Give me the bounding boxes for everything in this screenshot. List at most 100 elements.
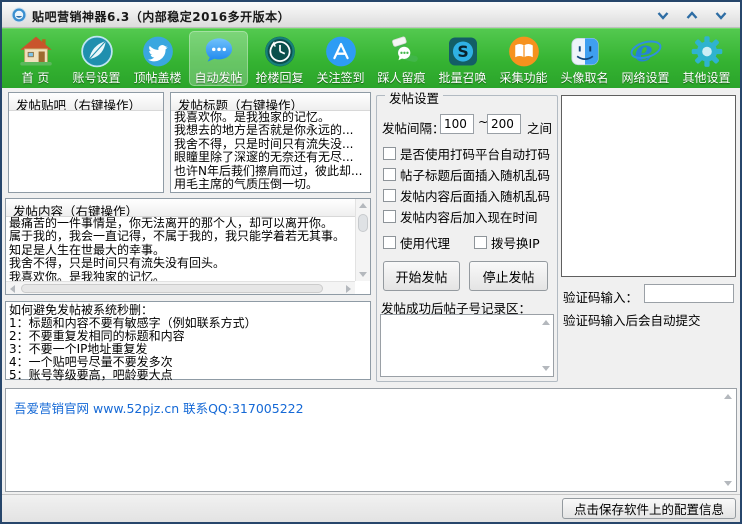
chevron-down-icon <box>715 11 727 20</box>
checkbox-box <box>383 147 396 160</box>
app-window: 贴吧营销神器6.3（内部稳定2016多开版本） 首 页 <box>0 0 742 524</box>
vertical-scrollbar[interactable] <box>355 199 370 281</box>
interval-label: 发帖间隔： <box>382 118 445 137</box>
scroll-down-icon[interactable] <box>359 272 367 277</box>
tieba-list-body[interactable] <box>9 111 163 192</box>
ie-icon: e <box>627 34 665 69</box>
tieba-list-header: 发帖贴吧（右键操作） <box>9 93 163 111</box>
scroll-up-icon[interactable] <box>542 320 550 325</box>
official-site-link[interactable]: 吾爱营销官网 www.52pjz.cn 联系QQ:317005222 <box>14 398 304 417</box>
scrollbar-thumb[interactable] <box>21 284 323 293</box>
tips-box: 如何避免发帖被系统秒删： 1：标题和内容不要有敏感字（例如联系方式） 2：不要重… <box>5 301 371 380</box>
chevron-up-icon <box>686 11 698 20</box>
checkbox-box <box>383 210 396 223</box>
log-area[interactable]: 吾爱营销官网 www.52pjz.cn 联系QQ:317005222 <box>5 388 737 492</box>
interval-suffix: 之间 <box>527 118 552 137</box>
scroll-up-icon[interactable] <box>359 203 367 208</box>
toolbar-item-top-post[interactable]: 顶帖盖楼 <box>128 31 187 86</box>
toolbar-item-avatar-name[interactable]: 头像取名 <box>555 31 614 86</box>
main-toolbar: 首 页 账号设置 顶帖盖楼 自 <box>2 28 740 88</box>
scroll-down-icon[interactable] <box>542 366 550 371</box>
captcha-input[interactable] <box>644 284 734 303</box>
window-controls <box>654 7 730 23</box>
stocking-icon <box>383 34 421 69</box>
checkbox-box <box>383 236 396 249</box>
checkbox-label: 拨号换IP <box>491 233 540 252</box>
checkbox-use-proxy[interactable]: 使用代理 <box>383 233 450 252</box>
content-line: 属于我的，我会一直记得，不属于我的，我只能学着若无其事。 <box>6 230 355 243</box>
content-line: 我喜欢你。是我独家的记忆。 <box>6 271 355 281</box>
scroll-up-icon[interactable] <box>724 394 732 399</box>
checkbox-label: 帖子标题后面插入随机乱码 <box>400 165 550 184</box>
gear-icon <box>688 34 726 69</box>
checkbox-append-time[interactable]: 发帖内容后加入现在时间 <box>383 207 538 226</box>
scrollbar-thumb[interactable] <box>358 214 368 232</box>
horizontal-scrollbar[interactable] <box>6 281 355 294</box>
toolbar-item-label: 自动发帖 <box>194 69 242 86</box>
toolbar-item-label: 其他设置 <box>682 69 730 86</box>
minimize-button[interactable] <box>654 7 672 23</box>
start-post-button[interactable]: 开始发帖 <box>383 261 460 291</box>
save-config-button[interactable]: 点击保存软件上的配置信息 <box>562 498 736 519</box>
interval-min-input[interactable] <box>440 114 474 134</box>
checkbox-label: 发帖内容后加入现在时间 <box>400 207 538 226</box>
bird-icon <box>139 34 177 69</box>
toolbar-item-label: 账号设置 <box>72 69 120 86</box>
post-record-area[interactable] <box>380 314 554 377</box>
toolbar-item-network-settings[interactable]: e 网络设置 <box>616 31 675 86</box>
book-icon <box>505 34 543 69</box>
restore-button[interactable] <box>683 7 701 23</box>
content-textarea[interactable]: 最痛苦的一件事情是，你无法离开的那个人，却可以离开你。 属于我的，我会一直记得，… <box>6 217 355 281</box>
scroll-right-icon[interactable] <box>346 285 351 293</box>
toolbar-item-batch-summon[interactable]: S 批量召唤 <box>433 31 492 86</box>
list-item[interactable]: 我想去的地方是否就是你永远的... <box>171 124 370 137</box>
checkbox-auto-captcha[interactable]: 是否使用打码平台自动打码 <box>383 144 550 163</box>
toolbar-item-label: 头像取名 <box>560 69 608 86</box>
checkbox-box <box>474 236 487 249</box>
post-settings-group: 发帖设置 发帖间隔： ~ 之间 是否使用打码平台自动打码 帖子标题后面插入随机乱… <box>376 95 558 382</box>
time-machine-icon <box>261 34 299 69</box>
toolbar-item-visit-trace[interactable]: 踩人留痕 <box>372 31 431 86</box>
content-panel: 发帖内容（右键操作） 最痛苦的一件事情是，你无法离开的那个人，却可以离开你。 属… <box>5 198 371 295</box>
toolbar-item-label: 踩人留痕 <box>377 69 425 86</box>
stop-post-button[interactable]: 停止发帖 <box>469 261 548 291</box>
svg-text:e: e <box>634 34 652 68</box>
title-bar[interactable]: 贴吧营销神器6.3（内部稳定2016多开版本） <box>2 2 740 28</box>
toolbar-item-label: 顶帖盖楼 <box>133 69 181 86</box>
toolbar-item-floor-reply[interactable]: 抢楼回复 <box>250 31 309 86</box>
checkbox-title-random[interactable]: 帖子标题后面插入随机乱码 <box>383 165 550 184</box>
captcha-hint: 验证码输入后会自动提交 <box>563 310 701 329</box>
scroll-left-icon[interactable] <box>10 285 15 293</box>
checkbox-label: 使用代理 <box>400 233 450 252</box>
toolbar-item-label: 批量召唤 <box>438 69 486 86</box>
status-bar: 点击保存软件上的配置信息 <box>2 494 740 522</box>
title-listbox: 发帖标题（右键操作） 我喜欢你。是我独家的记忆。 我想去的地方是否就是你永远的.… <box>170 92 371 193</box>
home-icon <box>17 34 55 69</box>
toolbar-item-label: 关注签到 <box>316 69 364 86</box>
title-list-body[interactable]: 我喜欢你。是我独家的记忆。 我想去的地方是否就是你永远的... 我舍不得，只是时… <box>171 111 370 192</box>
scroll-down-icon[interactable] <box>724 481 732 486</box>
close-button[interactable] <box>712 7 730 23</box>
app-icon <box>11 7 27 23</box>
checkbox-label: 发帖内容后面插入随机乱码 <box>400 186 550 205</box>
toolbar-item-label: 采集功能 <box>499 69 547 86</box>
tieba-listbox: 发帖贴吧（右键操作） <box>8 92 164 193</box>
toolbar-item-other-settings[interactable]: 其他设置 <box>677 31 736 86</box>
toolbar-item-collect[interactable]: 采集功能 <box>494 31 553 86</box>
captcha-image-area <box>561 95 736 277</box>
checkbox-content-random[interactable]: 发帖内容后面插入随机乱码 <box>383 186 550 205</box>
window-title: 贴吧营销神器6.3（内部稳定2016多开版本） <box>32 8 290 25</box>
toolbar-item-follow-checkin[interactable]: 关注签到 <box>311 31 370 86</box>
list-item[interactable]: 眼瞳里除了深邃的无奈还有无尽... <box>171 151 370 164</box>
toolbar-item-account-settings[interactable]: 账号设置 <box>67 31 126 86</box>
toolbar-item-auto-post[interactable]: 自动发帖 <box>189 31 248 86</box>
skype-icon: S <box>444 34 482 69</box>
content-line: 我舍不得，只是时间只有流失没有回头。 <box>6 257 355 270</box>
checkbox-dial-ip[interactable]: 拨号换IP <box>474 233 540 252</box>
list-item[interactable]: 用毛主席的气质压倒一切。 <box>171 178 370 191</box>
group-legend: 发帖设置 <box>385 88 443 107</box>
title-list-header: 发帖标题（右键操作） <box>171 93 370 111</box>
toolbar-item-label: 抢楼回复 <box>255 69 303 86</box>
toolbar-item-home[interactable]: 首 页 <box>6 31 65 86</box>
interval-max-input[interactable] <box>487 114 521 134</box>
